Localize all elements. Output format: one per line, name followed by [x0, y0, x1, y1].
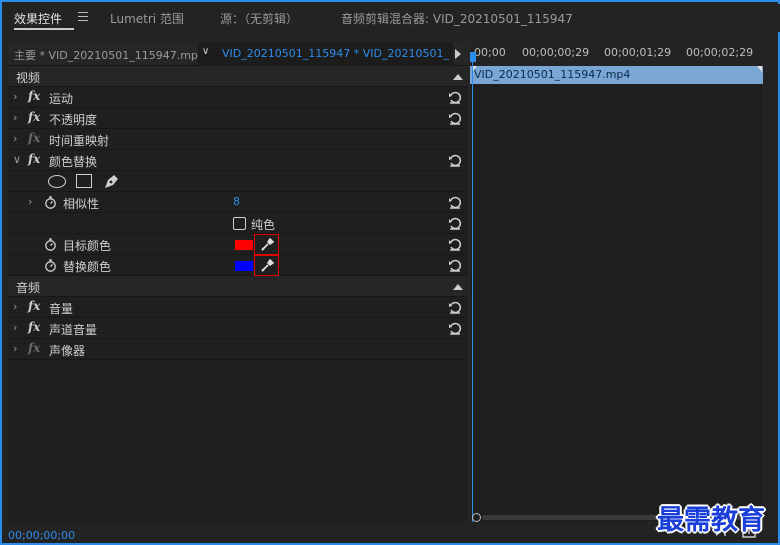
effect-row-opacity[interactable]: › fx 不透明度 [8, 108, 468, 129]
expand-arrow-icon[interactable]: › [13, 300, 17, 313]
reset-icon[interactable] [448, 195, 462, 209]
effect-label: 声道音量 [49, 323, 98, 337]
reset-icon[interactable] [448, 321, 462, 335]
reset-icon[interactable] [448, 258, 462, 272]
playhead-handle[interactable] [470, 52, 476, 62]
sequence-clip-label: VID_20210501_115947 * VID_20210501_11594… [222, 47, 450, 60]
collapse-up-icon[interactable] [453, 284, 463, 290]
stopwatch-icon[interactable] [44, 259, 57, 272]
stopwatch-icon[interactable] [44, 196, 57, 209]
effect-label: 不透明度 [49, 113, 98, 127]
panel-menu-icon[interactable] [78, 12, 88, 21]
param-row-replace-color[interactable]: 替换颜色 [8, 255, 468, 276]
effect-label: 声像器 [49, 344, 86, 358]
expand-arrow-icon[interactable]: › [28, 195, 32, 208]
similarity-value[interactable]: 8 [233, 195, 240, 208]
effect-timeline-panel: 00;00 00;00;00;29 00;00;01;29 00;00;02;2… [469, 42, 763, 522]
effect-row-channel-volume[interactable]: › fx 声道音量 [8, 318, 468, 339]
expand-arrow-icon[interactable]: › [13, 132, 17, 145]
video-section-header[interactable]: 视频 [8, 66, 468, 87]
show-timeline-toggle-icon[interactable] [455, 49, 461, 59]
effect-label: 时间重映射 [49, 134, 110, 148]
expand-arrow-icon[interactable]: › [13, 321, 17, 334]
expand-arrow-icon[interactable]: › [13, 342, 17, 355]
fx-toggle-icon[interactable]: fx [28, 299, 40, 313]
reset-icon[interactable] [448, 111, 462, 125]
pen-mask-icon[interactable] [102, 173, 120, 190]
effect-label: 运动 [49, 92, 74, 106]
master-clip-label[interactable]: 主要 * VID_20210501_115947.mp4 [14, 47, 205, 63]
section-label: 音频 [16, 281, 41, 295]
replace-eyedropper-button[interactable] [254, 255, 279, 276]
expand-arrow-icon[interactable]: › [13, 90, 17, 103]
panel-tab-bar: 效果控件 Lumetri 范围 源：（无剪辑） 音频剪辑混合器: VID_202… [4, 4, 780, 32]
playhead-line [472, 62, 473, 522]
effect-label: 音量 [49, 302, 74, 316]
fx-toggle-icon: fx [28, 131, 41, 145]
clip-selector-bar: 主要 * VID_20210501_115947.mp4 ∨ VID_20210… [8, 42, 468, 66]
effect-row-motion[interactable]: › fx 运动 [8, 87, 468, 108]
reset-icon[interactable] [448, 153, 462, 167]
fx-toggle-icon[interactable]: fx [28, 89, 40, 103]
replace-color-swatch[interactable] [235, 261, 253, 271]
fx-toggle-icon[interactable]: fx [28, 110, 40, 124]
clip-end-marker-icon [757, 66, 762, 72]
fx-toggle-icon[interactable]: fx [28, 152, 40, 166]
effect-label: 颜色替换 [49, 155, 98, 169]
section-label: 视频 [16, 71, 41, 85]
solid-color-checkbox[interactable] [233, 217, 246, 230]
watermark-logo: 最需教育 [657, 505, 765, 536]
param-row-similarity[interactable]: › 相似性 8 [8, 192, 468, 213]
tab-lumetri-scopes[interactable]: Lumetri 范围 [110, 10, 184, 27]
param-label: 相似性 [63, 197, 100, 211]
tab-source[interactable]: 源：（无剪辑） [220, 10, 298, 27]
effect-row-volume[interactable]: › fx 音量 [8, 297, 468, 318]
time-ruler[interactable]: 00;00 00;00;00;29 00;00;01;29 00;00;02;2… [470, 42, 763, 66]
fx-toggle-icon[interactable]: fx [28, 320, 40, 334]
ruler-tick-label: 00;00;01;29 [604, 46, 672, 59]
effect-controls-panel: 主要 * VID_20210501_115947.mp4 ∨ VID_20210… [8, 42, 468, 522]
param-label: 目标颜色 [63, 239, 112, 253]
collapse-up-icon[interactable] [453, 74, 463, 80]
reset-icon[interactable] [448, 300, 462, 314]
stopwatch-icon[interactable] [44, 238, 57, 251]
eyedropper-icon [261, 237, 274, 251]
ruler-tick-label: 00;00 [474, 46, 506, 59]
effect-controls-window: 效果控件 Lumetri 范围 源：（无剪辑） 音频剪辑混合器: VID_202… [0, 0, 780, 545]
reset-icon[interactable] [448, 216, 462, 230]
reset-icon[interactable] [448, 90, 462, 104]
chevron-down-icon: ∨ [202, 46, 210, 57]
ruler-tick-label: 00;00;00;29 [522, 46, 590, 59]
expand-arrow-icon[interactable]: › [13, 111, 17, 124]
param-label: 替换颜色 [63, 260, 112, 274]
tab-effect-controls[interactable]: 效果控件 [14, 10, 62, 27]
param-row-solid-color[interactable]: 纯色 [8, 213, 468, 234]
rectangle-mask-icon[interactable] [76, 174, 92, 188]
param-row-target-color[interactable]: 目标颜色 [8, 234, 468, 255]
effect-row-panner[interactable]: › fx 声像器 [8, 339, 468, 360]
timeline-clip[interactable]: VID_20210501_115947.mp4 [470, 66, 763, 84]
eyedropper-icon [261, 258, 274, 272]
target-eyedropper-button[interactable] [254, 234, 279, 255]
effect-row-time-remap[interactable]: › fx 时间重映射 [8, 129, 468, 150]
fx-toggle-icon: fx [28, 341, 41, 355]
current-timecode[interactable]: 00;00;00;00 [8, 529, 75, 542]
reset-icon[interactable] [448, 237, 462, 251]
tab-audio-clip-mixer[interactable]: 音频剪辑混合器: VID_20210501_115947 [341, 10, 573, 27]
effect-row-color-replace[interactable]: ∨ fx 颜色替换 [8, 150, 468, 171]
zoom-scroll-handle[interactable] [472, 513, 481, 522]
checkbox-label: 纯色 [251, 218, 276, 232]
ruler-tick-label: 00;00;02;29 [686, 46, 754, 59]
ellipse-mask-icon[interactable] [48, 175, 66, 188]
collapse-arrow-icon[interactable]: ∨ [13, 153, 21, 166]
mask-tools-row [8, 171, 468, 192]
active-tab-underline [14, 28, 74, 30]
audio-section-header[interactable]: 音频 [8, 276, 468, 297]
target-color-swatch[interactable] [235, 240, 253, 250]
clip-name: VID_20210501_115947.mp4 [474, 68, 631, 81]
sequence-clip-selector[interactable]: ∨ VID_20210501_115947 * VID_20210501_115… [198, 42, 453, 66]
